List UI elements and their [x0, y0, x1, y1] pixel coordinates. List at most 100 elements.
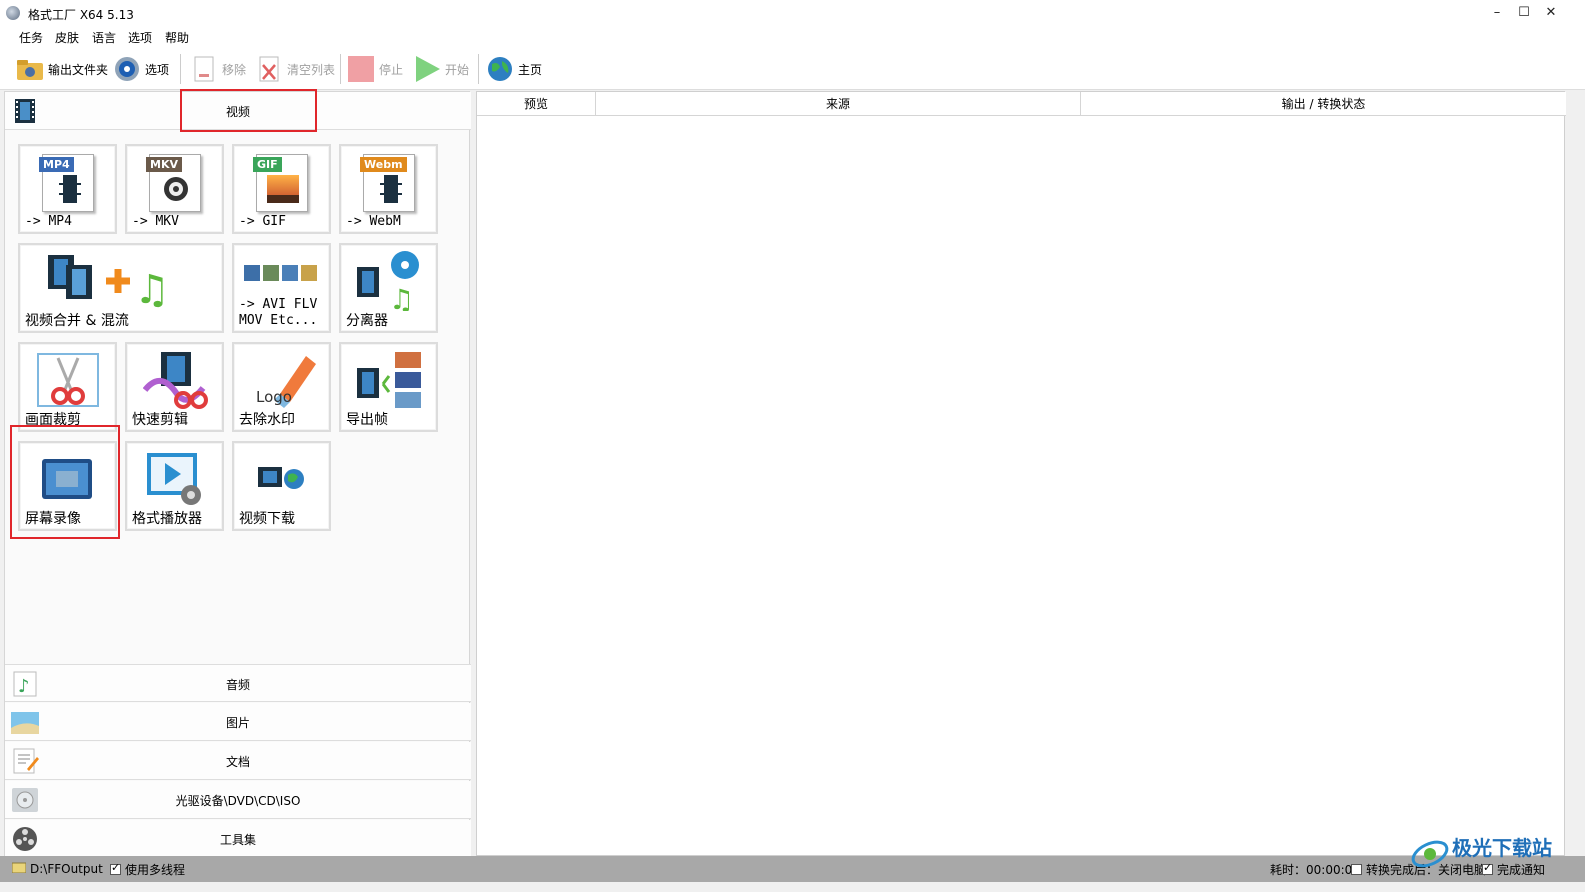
- options-label: 选项: [145, 62, 170, 77]
- remove-file-icon: [190, 55, 218, 83]
- maximize-button[interactable]: ☐: [1511, 4, 1537, 22]
- convert-gif-label: -> GIF: [239, 214, 286, 229]
- category-disc-label: 光驱设备\DVD\CD\ISO: [175, 794, 301, 808]
- home-button[interactable]: 主页: [486, 54, 542, 84]
- menu-help[interactable]: 帮助: [165, 29, 189, 46]
- close-button[interactable]: ✕: [1538, 4, 1564, 22]
- merge-film-music-icon: ♫: [48, 255, 170, 313]
- quick-clip-tile[interactable]: 快速剪辑: [125, 342, 224, 432]
- multithread-toggle[interactable]: 使用多线程: [110, 861, 185, 878]
- menu-options[interactable]: 选项: [128, 29, 152, 46]
- logo-text: Logo: [256, 388, 292, 406]
- title-bar: 格式工厂 X64 5.13 – ☐ ✕: [0, 0, 1585, 26]
- elapsed-time: 耗时：00:00:00: [1270, 861, 1360, 878]
- home-label: 主页: [518, 62, 543, 77]
- splitter-tile[interactable]: ♫ 分离器: [339, 243, 438, 333]
- category-image[interactable]: 图片: [5, 703, 471, 741]
- menu-task[interactable]: 任务: [19, 29, 43, 46]
- crop-tile[interactable]: 画面裁剪: [18, 342, 117, 432]
- remove-label: 移除: [222, 62, 247, 77]
- category-image-label: 图片: [225, 716, 250, 730]
- globe-icon: [486, 55, 514, 83]
- category-disc[interactable]: 光驱设备\DVD\CD\ISO: [5, 781, 471, 819]
- player-icon: [147, 453, 201, 505]
- folder-icon: [16, 55, 44, 83]
- category-audio[interactable]: ♪ 音频: [5, 664, 471, 702]
- quick-clip-label: 快速剪辑: [132, 412, 188, 428]
- output-folder-button[interactable]: 输出文件夹: [16, 54, 108, 84]
- convert-mp4-label: -> MP4: [25, 214, 72, 229]
- category-audio-label: 音频: [225, 678, 250, 692]
- app-icon: [6, 6, 20, 20]
- convert-gif-tile[interactable]: GIF -> GIF: [232, 144, 331, 234]
- remove-watermark-tile[interactable]: Logo 去除水印: [232, 342, 331, 432]
- output-path[interactable]: D:\FFOutput: [11, 861, 103, 876]
- mkv-badge: MKV: [146, 157, 182, 172]
- highlight-screen-record: [10, 425, 120, 539]
- remove-watermark-label: 去除水印: [239, 412, 295, 428]
- watermark-logo-icon: [1411, 840, 1449, 868]
- options-button[interactable]: 选项: [113, 54, 169, 84]
- convert-other-formats-label: -> AVI FLV MOV Etc...: [239, 297, 318, 328]
- clear-list-button[interactable]: 清空列表: [255, 54, 335, 84]
- convert-other-formats-tile[interactable]: -> AVI FLV MOV Etc...: [232, 243, 331, 333]
- webm-badge: Webm: [360, 157, 407, 172]
- stop-button[interactable]: 停止: [347, 54, 403, 84]
- menu-bar: 任务 皮肤 语言 选项 帮助: [0, 26, 1585, 48]
- gear-icon: [113, 55, 141, 83]
- convert-mkv-tile[interactable]: MKV -> MKV: [125, 144, 224, 234]
- gif-file-icon: GIF: [253, 154, 308, 212]
- multithread-label: 使用多线程: [125, 863, 186, 877]
- folder-small-icon: [11, 861, 27, 876]
- output-folder-label: 输出文件夹: [48, 62, 109, 77]
- category-document-label: 文档: [225, 755, 250, 769]
- highlight-video-tab: [180, 89, 317, 132]
- start-button[interactable]: 开始: [413, 54, 469, 84]
- clear-list-icon: [255, 55, 283, 83]
- toolbar-separator: [180, 54, 181, 84]
- category-document[interactable]: 文档: [5, 742, 471, 780]
- menu-language[interactable]: 语言: [92, 29, 116, 46]
- menu-skin[interactable]: 皮肤: [55, 29, 79, 46]
- minimize-button[interactable]: –: [1484, 4, 1510, 22]
- player-tile[interactable]: 格式播放器: [125, 441, 224, 531]
- column-preview[interactable]: 预览: [477, 92, 596, 116]
- convert-webm-tile[interactable]: Webm -> WebM: [339, 144, 438, 234]
- mp4-file-icon: MP4: [39, 154, 94, 212]
- webm-file-icon: Webm: [360, 154, 415, 212]
- watermark-text: 极光下载站: [1452, 836, 1552, 860]
- site-watermark: 极光下载站: [1410, 828, 1570, 880]
- stop-icon: [347, 55, 375, 83]
- video-download-icon: [258, 467, 304, 489]
- category-tools[interactable]: 工具集: [5, 820, 471, 858]
- video-download-label: 视频下载: [239, 511, 295, 527]
- file-list[interactable]: 预览 来源 输出 / 转换状态: [476, 91, 1566, 856]
- toolbar-separator: [340, 54, 341, 84]
- convert-mp4-tile[interactable]: MP4 -> MP4: [18, 144, 117, 234]
- quick-clip-icon: [143, 352, 208, 409]
- export-frames-icon: [357, 352, 421, 408]
- gif-badge: GIF: [253, 157, 282, 172]
- svg-text:♫: ♫: [134, 267, 170, 313]
- column-source[interactable]: 来源: [596, 92, 1081, 116]
- crop-scissors-icon: [37, 353, 99, 407]
- toolbar: 输出文件夹 选项 移除 清空列表 停止 开始 主页: [0, 48, 1585, 90]
- status-bar: D:\FFOutput 使用多线程 耗时：00:00:00 转换完成后：关闭电脑…: [0, 856, 1585, 882]
- window-title: 格式工厂 X64 5.13: [28, 8, 134, 22]
- svg-text:♫: ♫: [389, 283, 414, 311]
- play-icon: [413, 55, 441, 83]
- clear-list-label: 清空列表: [287, 62, 336, 77]
- stop-label: 停止: [379, 62, 404, 77]
- video-merge-tile[interactable]: ♫ 视频合并 & 混流: [18, 243, 224, 333]
- multithread-checkbox[interactable]: [110, 861, 121, 875]
- category-tools-label: 工具集: [219, 833, 256, 847]
- export-frames-tile[interactable]: 导出帧: [339, 342, 438, 432]
- output-path-text: D:\FFOutput: [30, 861, 103, 876]
- format-thumbnails-icon: [244, 265, 317, 281]
- convert-webm-label: -> WebM: [346, 214, 401, 229]
- column-output-status[interactable]: 输出 / 转换状态: [1081, 92, 1566, 116]
- mkv-file-icon: MKV: [146, 154, 201, 212]
- after-convert-checkbox[interactable]: [1351, 864, 1362, 875]
- video-download-tile[interactable]: 视频下载: [232, 441, 331, 531]
- remove-button[interactable]: 移除: [190, 54, 246, 84]
